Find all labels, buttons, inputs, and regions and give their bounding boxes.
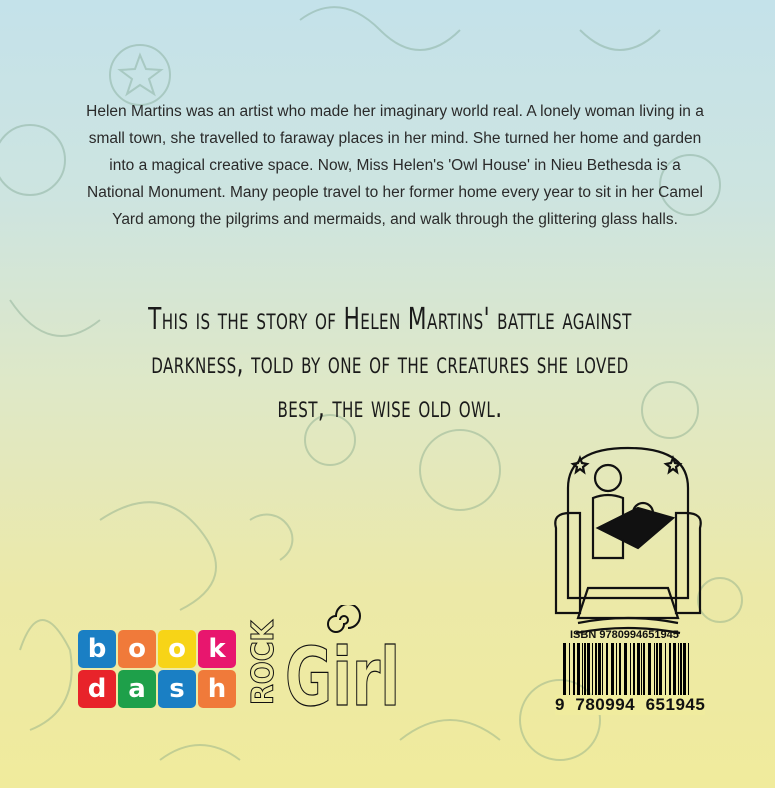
barcode-bar xyxy=(656,643,658,703)
barcode-bar xyxy=(577,643,580,703)
barcode-bar xyxy=(595,643,597,703)
barcode-bar xyxy=(598,643,601,703)
barcode-bar xyxy=(611,643,614,703)
barcode-bar xyxy=(582,643,583,703)
barcode-bar xyxy=(683,643,686,703)
barcode-bar xyxy=(680,643,682,703)
barcode-bar xyxy=(654,643,655,703)
barcode-bar xyxy=(619,643,621,703)
barcode-bar xyxy=(587,643,590,703)
isbn-label: ISBN 9780994651945 xyxy=(570,629,679,641)
bookdash-logo: bookdash xyxy=(78,630,236,708)
barcode-bar xyxy=(602,643,603,703)
girl-text: Girl xyxy=(285,631,400,715)
bookdash-tile: o xyxy=(158,630,196,668)
bookdash-tile: a xyxy=(118,670,156,708)
barcode-bar xyxy=(669,643,671,703)
barcode-bar xyxy=(688,643,689,703)
blurb-text: Helen Martins was an artist who made her… xyxy=(86,103,704,228)
barcode-bar xyxy=(569,643,570,703)
barcode-bar xyxy=(633,643,635,703)
barcode-bar xyxy=(592,643,593,703)
barcode-bar xyxy=(648,643,651,703)
barcode xyxy=(563,643,689,703)
barcode-bar xyxy=(630,643,631,703)
rockgirl-logo: ROCK Girl xyxy=(246,605,401,715)
barcode-bar xyxy=(678,643,679,703)
barcode-bar xyxy=(665,643,666,703)
barcode-bar xyxy=(659,643,662,703)
tagline: This is the story of Helen Martins' batt… xyxy=(148,302,632,425)
bookdash-tile: d xyxy=(78,670,116,708)
barcode-bar xyxy=(606,643,608,703)
barcode-bar xyxy=(637,643,640,703)
bookdash-tile: h xyxy=(198,670,236,708)
spiral-icon xyxy=(327,605,361,633)
barcode-bar xyxy=(643,643,645,703)
bookdash-tile: s xyxy=(158,670,196,708)
barcode-bar xyxy=(616,643,617,703)
bookdash-tile: b xyxy=(78,630,116,668)
barcode-bar xyxy=(563,643,566,703)
bookdash-tile: k xyxy=(198,630,236,668)
barcode-bar xyxy=(573,643,575,703)
rock-text: ROCK xyxy=(246,619,281,705)
barcode-bar xyxy=(641,643,642,703)
barcode-bar xyxy=(584,643,586,703)
bookdash-tile: o xyxy=(118,630,156,668)
isbn-digits: 9 780994 651945 xyxy=(555,695,706,715)
barcode-bar xyxy=(624,643,627,703)
barcode-bar xyxy=(673,643,676,703)
reading-illustration xyxy=(554,446,702,635)
